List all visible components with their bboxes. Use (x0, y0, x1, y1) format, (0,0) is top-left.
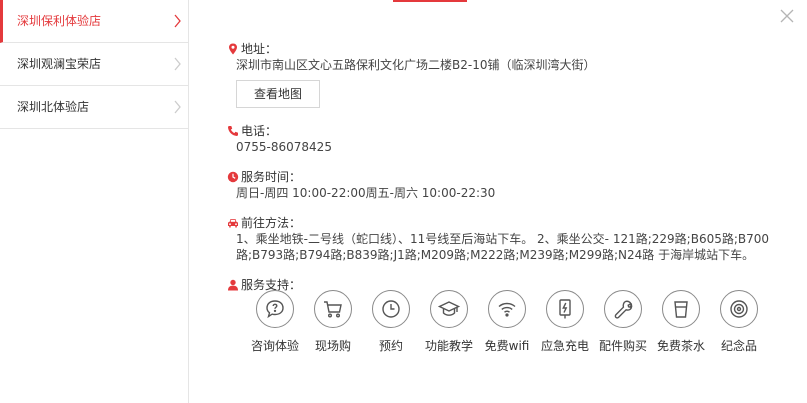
phone-icon (227, 125, 239, 137)
service-name: 功能教学 (424, 339, 473, 353)
address-label: 地址： (241, 42, 278, 56)
service-icons-row: 咨询体验 现场购 预约 功能教学 免费wifi 应急充电 配件购买 免费茶水 纪… (246, 290, 768, 354)
cup-icon (662, 290, 700, 328)
car-icon (227, 217, 239, 229)
hours-section: 服务时间： 周日-周四 10:00-22:00周五-周六 10:00-22:30 (227, 168, 787, 201)
service-name: 咨询体验 (250, 339, 299, 353)
chevron-right-icon (174, 86, 182, 145)
service-name: 纪念品 (720, 339, 757, 353)
service-consult: 咨询体验 (246, 290, 304, 354)
graduation-cap-icon (430, 290, 468, 328)
service-tutorial: 功能教学 (420, 290, 478, 354)
directions-section: 前往方法： 1、乘坐地铁-二号线（蛇口线）、11号线至后海站下车。 2、乘坐公交… (227, 214, 787, 263)
service-name: 现场购 (314, 339, 351, 353)
location-pin-icon (227, 43, 239, 55)
wifi-icon (488, 290, 526, 328)
souvenir-icon (720, 290, 758, 328)
service-accessories: 配件购买 (594, 290, 652, 354)
store-item-baoli[interactable]: 深圳保利体验店 (0, 0, 188, 43)
hours-label: 服务时间： (241, 170, 302, 184)
service-free-tea: 免费茶水 (652, 290, 710, 354)
clock-icon (372, 290, 410, 328)
view-map-button[interactable]: 查看地图 (236, 80, 320, 108)
service-name: 免费wifi (484, 339, 530, 353)
address-value: 深圳市南山区文心五路保利文化广场二楼B2-10铺（临深圳湾大街） (236, 58, 596, 72)
clock-small-icon (227, 171, 239, 183)
service-name: 免费茶水 (656, 339, 705, 353)
store-item-guanlan[interactable]: 深圳观澜宝荣店 (0, 43, 188, 86)
phone-value: 0755-86078425 (236, 140, 332, 154)
store-item-label: 深圳北体验店 (17, 100, 90, 114)
phone-section: 电话： 0755-86078425 (227, 122, 787, 155)
directions-label: 前往方法： (241, 216, 302, 230)
service-onsite-purchase: 现场购 (304, 290, 362, 354)
user-icon (227, 279, 239, 291)
directions-line-2: 路;B793路;B794路;B839路;J1路;M209路;M222路;M239… (236, 248, 755, 262)
wrench-icon (604, 290, 642, 328)
service-souvenir: 纪念品 (710, 290, 768, 354)
service-wifi: 免费wifi (478, 290, 536, 354)
service-name: 配件购买 (598, 339, 647, 353)
directions-line-1: 1、乘坐地铁-二号线（蛇口线）、11号线至后海站下车。 2、乘坐公交- 121路… (236, 232, 770, 246)
consult-icon (256, 290, 294, 328)
address-section: 地址： 深圳市南山区文心五路保利文化广场二楼B2-10铺（临深圳湾大街） 查看地… (227, 40, 787, 108)
service-appointment: 预约 (362, 290, 420, 354)
store-details: 地址： 深圳市南山区文心五路保利文化广场二楼B2-10铺（临深圳湾大街） 查看地… (227, 40, 787, 293)
cart-icon (314, 290, 352, 328)
store-list: 深圳保利体验店 深圳观澜宝荣店 深圳北体验店 (0, 0, 189, 403)
service-name: 预约 (378, 339, 403, 353)
store-item-label: 深圳观澜宝荣店 (17, 57, 102, 71)
charging-icon (546, 290, 584, 328)
top-accent-bar (393, 0, 467, 2)
store-item-shenzhen-north[interactable]: 深圳北体验店 (0, 86, 188, 129)
service-emergency-charging: 应急充电 (536, 290, 594, 354)
hours-value: 周日-周四 10:00-22:00周五-周六 10:00-22:30 (236, 186, 496, 200)
phone-label: 电话： (241, 124, 278, 138)
store-item-label: 深圳保利体验店 (17, 14, 102, 28)
service-name: 应急充电 (540, 339, 589, 353)
close-icon[interactable] (778, 7, 796, 25)
